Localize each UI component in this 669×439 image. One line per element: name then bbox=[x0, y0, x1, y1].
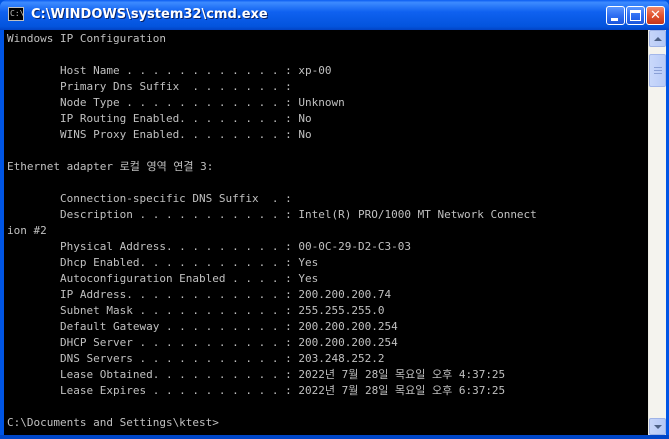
console-line: Default Gateway . . . . . . . . . : 200.… bbox=[7, 320, 398, 333]
close-icon: ✕ bbox=[650, 8, 661, 23]
title-bar[interactable]: C:\ C:\WINDOWS\system32\cmd.exe ✕ bbox=[0, 0, 669, 30]
console-line: WINS Proxy Enabled. . . . . . . . : No bbox=[7, 128, 312, 141]
minimize-icon bbox=[611, 18, 618, 21]
scroll-up-button[interactable] bbox=[649, 30, 666, 47]
scrollbar-thumb[interactable] bbox=[649, 54, 666, 87]
console-line: DNS Servers . . . . . . . . . . . : 203.… bbox=[7, 352, 385, 365]
console-output[interactable]: Windows IP Configuration Host Name . . .… bbox=[4, 30, 648, 435]
console-line: Lease Expires . . . . . . . . . . : 2022… bbox=[7, 384, 506, 397]
console-line: Connection-specific DNS Suffix . : bbox=[7, 192, 292, 205]
minimize-button[interactable] bbox=[606, 6, 625, 25]
console-line: IP Routing Enabled. . . . . . . . : No bbox=[7, 112, 312, 125]
console-line: ion #2 bbox=[7, 224, 47, 237]
arrow-up-icon bbox=[654, 37, 662, 41]
console-line: IP Address. . . . . . . . . . . . : 200.… bbox=[7, 288, 392, 301]
console-line: Primary Dns Suffix . . . . . . . : bbox=[7, 80, 292, 93]
console-line: Dhcp Enabled. . . . . . . . . . . : Yes bbox=[7, 256, 319, 269]
console-line: Node Type . . . . . . . . . . . . : Unkn… bbox=[7, 96, 345, 109]
arrow-down-icon bbox=[654, 425, 662, 429]
console-line: Lease Obtained. . . . . . . . . . : 2022… bbox=[7, 368, 506, 381]
maximize-button[interactable] bbox=[626, 6, 645, 25]
window-title: C:\WINDOWS\system32\cmd.exe bbox=[31, 7, 268, 22]
window-border-bottom bbox=[0, 435, 669, 439]
cmd-window: C:\ C:\WINDOWS\system32\cmd.exe ✕ Window… bbox=[0, 0, 669, 439]
console-line: Physical Address. . . . . . . . . : 00-0… bbox=[7, 240, 411, 253]
console-line: Host Name . . . . . . . . . . . . : xp-0… bbox=[7, 64, 332, 77]
grip-icon bbox=[654, 67, 662, 68]
console-line: Autoconfiguration Enabled . . . . : Yes bbox=[7, 272, 319, 285]
scroll-down-button[interactable] bbox=[649, 418, 666, 435]
grip-icon bbox=[654, 70, 662, 71]
command-prompt[interactable]: C:\Documents and Settings\ktest> bbox=[7, 415, 648, 431]
console-line: Description . . . . . . . . . . . : Inte… bbox=[7, 208, 537, 221]
console-line: Windows IP Configuration bbox=[7, 32, 166, 45]
console-line: Ethernet adapter 로컬 영역 연결 3: bbox=[7, 160, 214, 173]
vertical-scrollbar[interactable] bbox=[648, 30, 666, 435]
maximize-icon bbox=[630, 10, 641, 21]
console-line: Subnet Mask . . . . . . . . . . . : 255.… bbox=[7, 304, 385, 317]
cmd-icon[interactable]: C:\ bbox=[8, 7, 24, 21]
console-line: DHCP Server . . . . . . . . . . . : 200.… bbox=[7, 336, 398, 349]
close-button[interactable]: ✕ bbox=[646, 6, 665, 25]
grip-icon bbox=[654, 73, 662, 74]
